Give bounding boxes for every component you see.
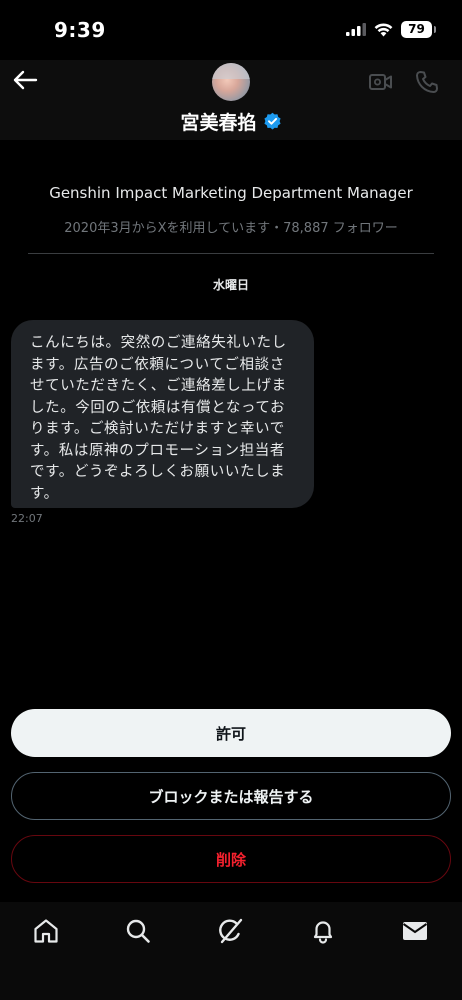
delete-button[interactable]: 削除 [11, 835, 451, 883]
tab-notifications[interactable] [308, 916, 338, 946]
tab-search[interactable] [123, 916, 153, 946]
day-label: 水曜日 [212, 278, 249, 292]
home-icon [34, 919, 58, 943]
video-camera-icon [369, 74, 392, 90]
tab-messages[interactable] [400, 916, 430, 946]
grok-icon [219, 918, 243, 944]
arrow-left-icon [13, 70, 38, 90]
display-name[interactable]: 宮美春掐 [180, 108, 256, 135]
bottom-tab-bar [0, 902, 462, 1000]
conversation-header: 宮美春掐 [0, 60, 462, 140]
verified-badge-icon [263, 112, 282, 131]
profile-meta: 2020年3月からXを利用しています・78,887 フォロワー [64, 221, 398, 236]
battery-level: 79 [408, 22, 425, 36]
message-timestamp: 22:07 [11, 512, 43, 525]
phone-icon [416, 71, 438, 93]
avatar[interactable] [212, 63, 250, 101]
profile-bio: Genshin Impact Marketing Department Mana… [49, 184, 413, 202]
divider [28, 253, 434, 254]
voice-call-button[interactable] [414, 69, 440, 95]
status-bar: 9:39 79 [0, 0, 462, 60]
wifi-icon [374, 22, 393, 36]
avatar-image [212, 63, 250, 79]
mail-icon [402, 922, 428, 940]
status-icons: 79 [346, 21, 436, 38]
tab-grok[interactable] [216, 916, 246, 946]
cellular-signal-icon [346, 23, 366, 36]
tab-home[interactable] [31, 916, 61, 946]
battery-icon: 79 [401, 21, 436, 38]
search-icon [126, 919, 150, 943]
back-button[interactable] [10, 65, 40, 95]
status-time: 9:39 [54, 18, 106, 42]
block-report-button[interactable]: ブロックまたは報告する [11, 772, 451, 820]
message-text: こんにちは。突然のご連絡失礼いたします。広告のご依頼についてご相談させていただき… [30, 335, 287, 502]
video-call-button[interactable] [368, 69, 394, 95]
name-row: 宮美春掐 [0, 108, 462, 135]
allow-button[interactable]: 許可 [11, 709, 451, 757]
message-bubble[interactable]: こんにちは。突然のご連絡失礼いたします。広告のご依頼についてご相談させていただき… [11, 320, 314, 508]
bell-icon [313, 921, 333, 944]
battery-tip [434, 26, 436, 33]
